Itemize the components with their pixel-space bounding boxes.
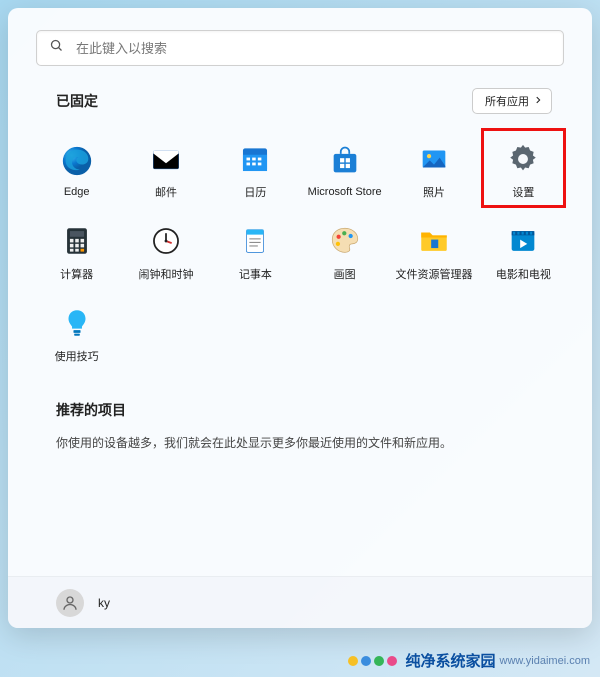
- gear-icon: [504, 140, 542, 178]
- palette-icon: [326, 222, 364, 260]
- recommended-section: 推荐的项目 你使用的设备越多，我们就会在此处显示更多你最近使用的文件和新应用。: [56, 400, 544, 451]
- user-name: ky: [98, 596, 110, 610]
- watermark: 纯净系统家园 www.yidaimei.com: [348, 650, 590, 671]
- pinned-header: 已固定 所有应用: [56, 88, 552, 114]
- calendar-icon: [236, 140, 274, 178]
- search-bar[interactable]: [36, 30, 564, 66]
- search-input[interactable]: [74, 40, 551, 57]
- app-label: 闹钟和时钟: [138, 266, 193, 282]
- photos-icon: [415, 140, 453, 178]
- notepad-icon: [236, 222, 274, 260]
- avatar-icon: [56, 589, 84, 617]
- calculator-icon: [58, 222, 96, 260]
- app-label: 记事本: [239, 266, 272, 282]
- app-store[interactable]: Microsoft Store: [300, 134, 389, 206]
- app-label: 文件资源管理器: [395, 266, 472, 282]
- watermark-url: www.yidaimei.com: [500, 655, 590, 667]
- app-label: 计算器: [60, 266, 93, 282]
- app-label: Edge: [64, 186, 90, 198]
- edge-icon: [58, 142, 96, 180]
- recommended-title: 推荐的项目: [56, 400, 544, 420]
- app-label: Microsoft Store: [308, 186, 382, 198]
- all-apps-label: 所有应用: [485, 93, 529, 109]
- app-label: 画图: [334, 266, 356, 282]
- folder-icon: [415, 222, 453, 260]
- app-clock[interactable]: 闹钟和时钟: [121, 216, 210, 288]
- pinned-title: 已固定: [56, 91, 98, 111]
- watermark-logo-icon: [348, 656, 400, 666]
- app-label: 邮件: [155, 184, 177, 200]
- app-paint[interactable]: 画图: [300, 216, 389, 288]
- lightbulb-icon: [58, 304, 96, 342]
- chevron-right-icon: [533, 95, 543, 108]
- app-tips[interactable]: 使用技巧: [32, 298, 121, 370]
- app-label: 日历: [244, 184, 266, 200]
- app-calendar[interactable]: 日历: [211, 134, 300, 206]
- start-menu: 已固定 所有应用 Edge 邮件 日历: [8, 8, 592, 628]
- app-label: 照片: [423, 184, 445, 200]
- movies-icon: [504, 222, 542, 260]
- pinned-grid: Edge 邮件 日历 Microsoft Store 照片: [32, 134, 568, 370]
- mail-icon: [147, 140, 185, 178]
- watermark-brand: 纯净系统家园: [406, 650, 496, 671]
- app-settings[interactable]: 设置: [479, 134, 568, 206]
- app-label: 电影和电视: [496, 266, 551, 282]
- search-icon: [49, 38, 64, 58]
- store-icon: [326, 142, 364, 180]
- clock-icon: [147, 222, 185, 260]
- app-calculator[interactable]: 计算器: [32, 216, 121, 288]
- app-label: 设置: [512, 184, 534, 200]
- app-photos[interactable]: 照片: [389, 134, 478, 206]
- all-apps-button[interactable]: 所有应用: [472, 88, 552, 114]
- app-mail[interactable]: 邮件: [121, 134, 210, 206]
- recommended-empty-text: 你使用的设备越多，我们就会在此处显示更多你最近使用的文件和新应用。: [56, 434, 544, 451]
- app-notepad[interactable]: 记事本: [211, 216, 300, 288]
- user-button[interactable]: ky: [56, 589, 110, 617]
- app-explorer[interactable]: 文件资源管理器: [389, 216, 478, 288]
- app-movies[interactable]: 电影和电视: [479, 216, 568, 288]
- app-edge[interactable]: Edge: [32, 134, 121, 206]
- bottom-bar: ky: [8, 576, 592, 628]
- app-label: 使用技巧: [55, 348, 99, 364]
